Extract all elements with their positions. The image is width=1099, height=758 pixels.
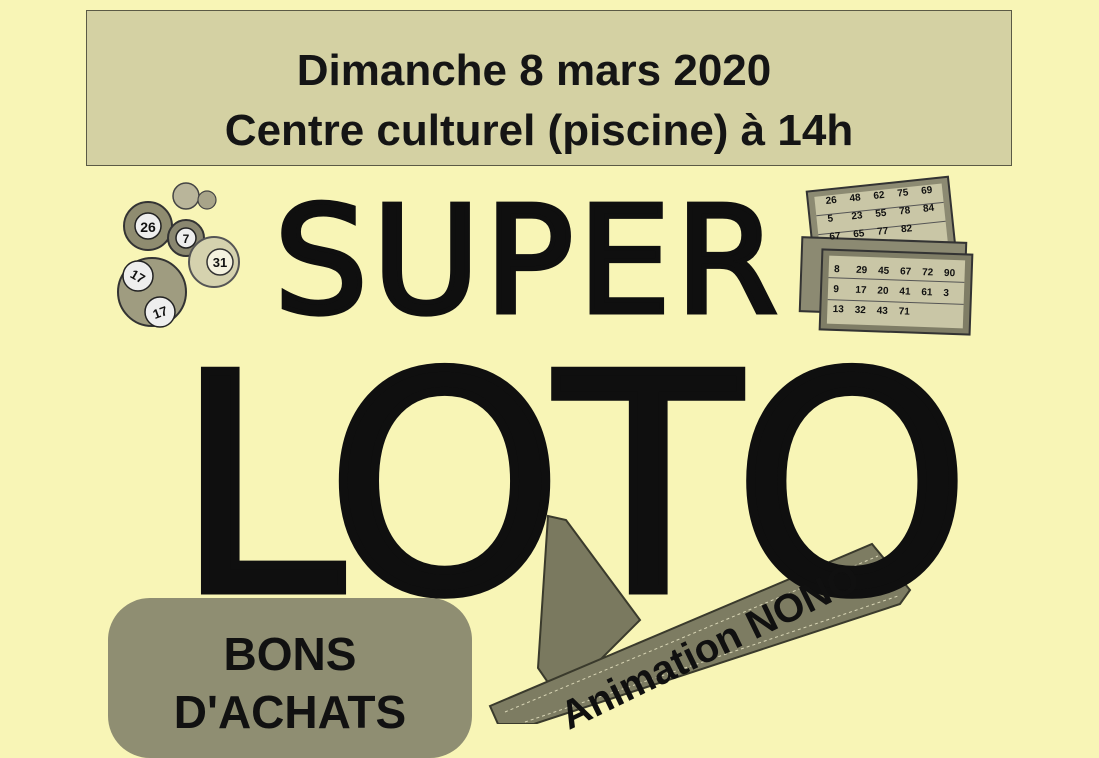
card-number: 55 (875, 208, 888, 220)
card-number: 90 (944, 268, 956, 279)
card-number: 82 (901, 223, 914, 235)
ball-label: 7 (183, 232, 190, 246)
card-number: 75 (897, 187, 910, 199)
bons-label: BONS (223, 628, 357, 680)
card-number: 17 (855, 285, 867, 296)
ball-label: 31 (213, 255, 227, 270)
card-number: 62 (873, 190, 886, 202)
card-number: 41 (899, 286, 911, 297)
lottery-balls-icon: 26 7 31 17 17 (117, 182, 240, 328)
card-number: 48 (849, 192, 862, 204)
ball-label: 26 (140, 219, 156, 235)
card-number: 29 (856, 265, 868, 276)
card-number: 65 (853, 228, 866, 240)
card-number: 78 (899, 205, 912, 217)
card-number: 72 (922, 267, 934, 278)
card-number: 67 (829, 231, 842, 243)
card-number: 84 (923, 203, 936, 215)
bingo-cards-icon: 26 48 62 75 695 23 55 78 8467 65 77 82 8 29 45 67 72 909… (798, 175, 974, 336)
card-number: 67 (900, 266, 912, 277)
card-number: 8 (834, 264, 840, 275)
achats-label: D'ACHATS (173, 686, 407, 738)
card-number: 26 (825, 195, 838, 207)
card-number: 69 (921, 185, 934, 197)
card-number: 9 (833, 284, 839, 295)
card-number: 3 (943, 288, 949, 299)
card-number: 61 (921, 287, 933, 298)
card-number: 45 (878, 266, 890, 277)
card-number: 77 (877, 226, 890, 238)
card-number: 20 (877, 286, 889, 297)
card-number: 23 (851, 210, 864, 222)
